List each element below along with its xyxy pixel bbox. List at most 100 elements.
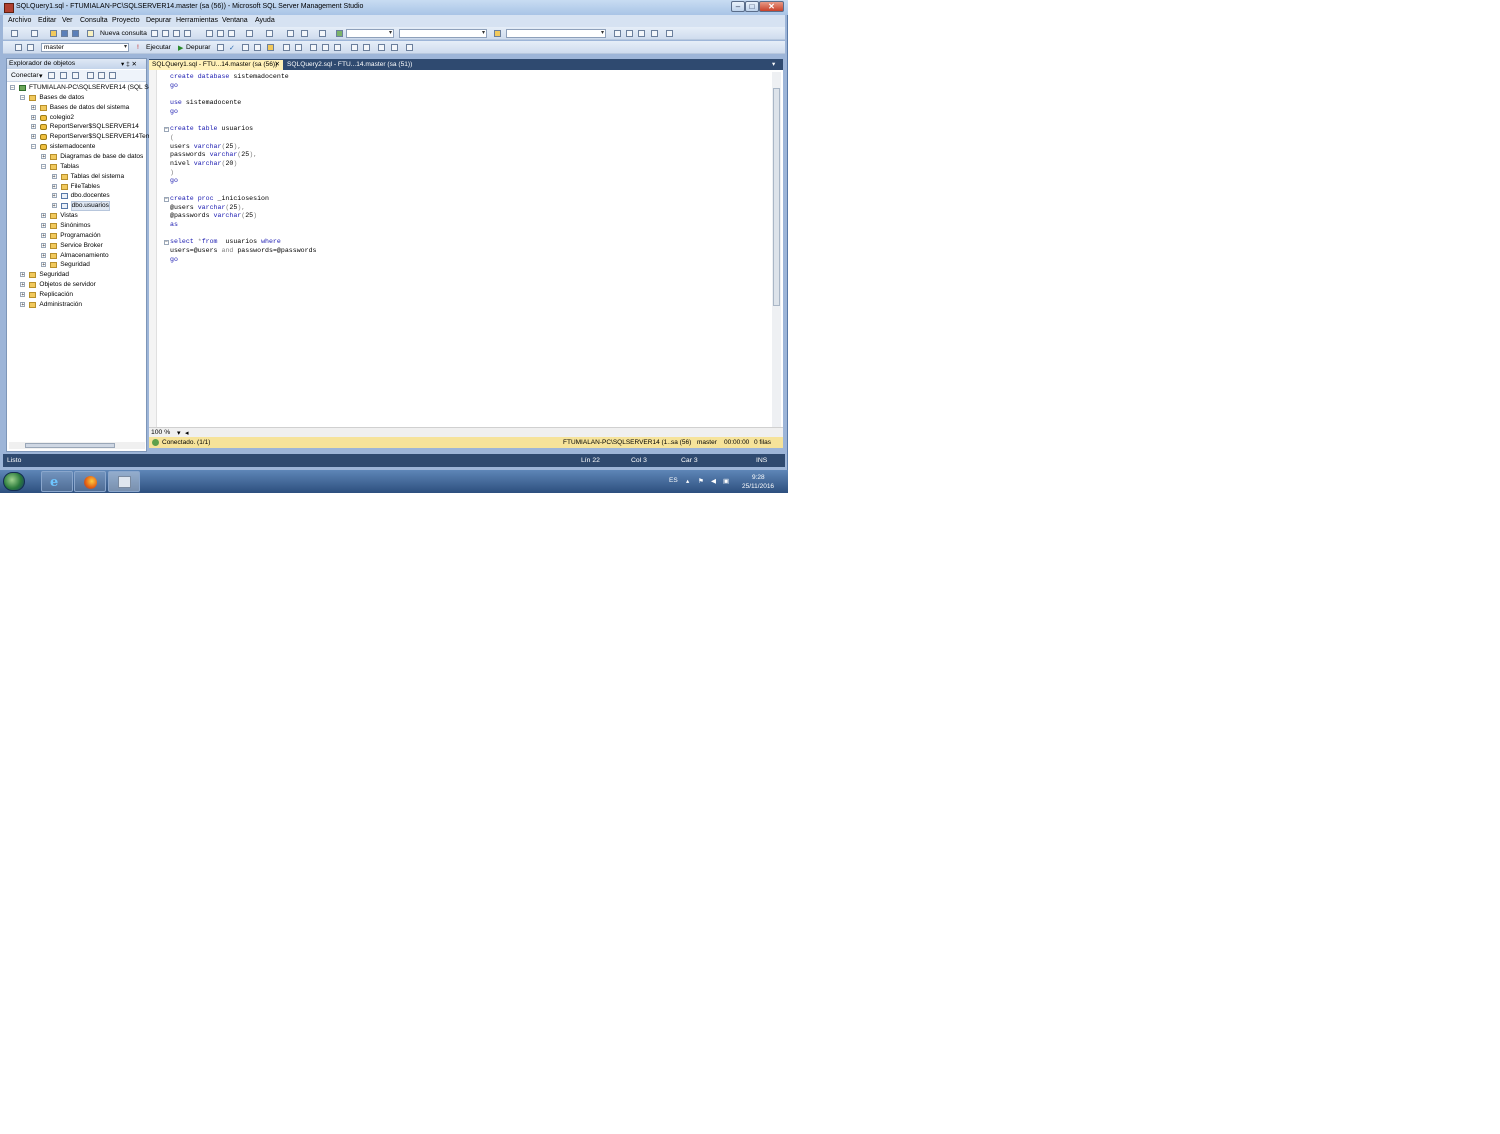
debug-button[interactable]: Depurar [186, 44, 211, 51]
code-line[interactable]: create proc _iniciosesion [170, 195, 269, 204]
editor-vscrollbar[interactable] [772, 72, 781, 427]
code-line[interactable]: as [170, 221, 178, 230]
show-hidden-icons-icon[interactable]: ▴ [686, 477, 689, 485]
db-engine-query-icon[interactable] [151, 30, 158, 37]
mdx-query-icon[interactable] [173, 30, 180, 37]
menu-editar[interactable]: Editar [38, 17, 56, 24]
firefox-taskbar-button[interactable] [74, 471, 106, 492]
close-tab-icon[interactable]: ✕ [274, 60, 280, 70]
connect-button[interactable]: Conectar [11, 72, 39, 79]
navigate-forward-icon[interactable] [301, 30, 308, 37]
available-databases-combo[interactable]: master ▾ [41, 43, 129, 52]
code-line[interactable]: go [170, 108, 178, 117]
expand-toggle-icon[interactable]: + [41, 223, 47, 229]
code-line[interactable]: go [170, 177, 178, 186]
solution-platform-combo[interactable]: ▾ [399, 29, 487, 38]
close-button[interactable]: ✕ [759, 1, 784, 12]
analysis-query-icon[interactable] [162, 30, 169, 37]
expand-toggle-icon[interactable]: + [20, 282, 26, 288]
find-icon[interactable] [319, 30, 326, 37]
internet-explorer-taskbar-button[interactable]: e [41, 471, 73, 492]
tab-sqlquery2[interactable]: SQLQuery2.sql - FTU...14.master (sa (51)… [284, 60, 412, 70]
action-center-flag-icon[interactable]: ⚑ [698, 477, 704, 485]
new-query-button[interactable]: Nueva consulta [100, 30, 147, 37]
redo-icon[interactable] [266, 30, 273, 37]
scroll-thumb[interactable] [25, 443, 115, 448]
copy-icon[interactable] [217, 30, 224, 37]
menu-ventana[interactable]: Ventana [222, 17, 248, 24]
menu-ayuda[interactable]: Ayuda [255, 17, 275, 24]
collapse-region-icon[interactable]: − [164, 127, 169, 133]
tab-list-dropdown-icon[interactable]: ▾ [769, 60, 778, 70]
client-stats-icon[interactable] [295, 44, 302, 51]
expand-toggle-icon[interactable]: + [41, 232, 47, 238]
new-project-icon[interactable] [11, 30, 18, 37]
scroll-thumb[interactable] [773, 88, 780, 306]
code-line[interactable]: users varchar(25), [170, 143, 241, 152]
volume-icon[interactable]: ◀ [711, 477, 716, 485]
maximize-button[interactable]: □ [745, 1, 759, 12]
expand-toggle-icon[interactable]: + [41, 262, 47, 268]
undo-icon[interactable] [246, 30, 253, 37]
expand-toggle-icon[interactable]: + [20, 272, 26, 278]
menu-herramientas[interactable]: Herramientas [176, 17, 218, 24]
scroll-left-icon[interactable]: ◂ [185, 429, 188, 437]
expand-toggle-icon[interactable]: + [51, 173, 57, 179]
network-icon[interactable]: ▣ [723, 477, 729, 485]
open-file-icon[interactable] [50, 30, 57, 37]
menu-consulta[interactable]: Consulta [80, 17, 108, 24]
code-line[interactable]: users=@users and passwords=@passwords [170, 247, 317, 256]
expand-toggle-icon[interactable]: + [41, 242, 47, 248]
display-plan-icon[interactable] [242, 44, 249, 51]
code-line[interactable]: nivel varchar(20) [170, 160, 237, 169]
start-button[interactable] [3, 472, 25, 491]
expand-toggle-icon[interactable]: + [30, 134, 36, 140]
tab-sqlquery1[interactable]: SQLQuery1.sql - FTU...14.master (sa (56)… [149, 60, 283, 70]
object-explorer-icon[interactable] [626, 30, 633, 37]
code-line[interactable]: create table usuarios [170, 125, 253, 134]
refresh-icon[interactable] [98, 72, 105, 79]
solution-config-combo[interactable]: ▾ [346, 29, 394, 38]
find-combo[interactable]: ▾ [506, 29, 606, 38]
stop-icon[interactable] [72, 72, 79, 79]
menu-archivo[interactable]: Archivo [8, 17, 31, 24]
toolbar-options-icon[interactable] [666, 30, 673, 37]
expand-toggle-icon[interactable]: + [30, 104, 36, 110]
save-all-icon[interactable] [72, 30, 79, 37]
intellisense-icon[interactable] [267, 44, 274, 51]
clock-time[interactable]: 9:28 [752, 474, 765, 481]
properties-icon[interactable] [651, 30, 658, 37]
expand-toggle-icon[interactable]: − [41, 163, 47, 169]
code-line[interactable]: create database sistemadocente [170, 73, 289, 82]
xmla-query-icon[interactable] [184, 30, 191, 37]
menu-depurar[interactable]: Depurar [146, 17, 171, 24]
save-icon[interactable] [61, 30, 68, 37]
expand-toggle-icon[interactable]: − [10, 85, 15, 91]
comment-icon[interactable] [351, 44, 358, 51]
registered-servers-icon[interactable] [614, 30, 621, 37]
expand-toggle-icon[interactable]: + [51, 183, 57, 189]
new-query-icon[interactable] [87, 30, 94, 37]
connect-icon[interactable] [15, 44, 22, 51]
decrease-indent-icon[interactable] [378, 44, 385, 51]
disconnect-icon[interactable] [60, 72, 67, 79]
expand-toggle-icon[interactable]: + [51, 193, 57, 199]
code-line[interactable]: go [170, 82, 178, 91]
expand-toggle-icon[interactable]: + [41, 252, 47, 258]
parse-icon[interactable]: ✓ [229, 44, 235, 52]
minimize-button[interactable]: – [731, 1, 745, 12]
specify-values-icon[interactable] [406, 44, 413, 51]
find-in-files-icon[interactable] [494, 30, 501, 37]
expand-toggle-icon[interactable]: + [30, 124, 36, 130]
ssms-taskbar-button[interactable] [108, 471, 140, 492]
results-file-icon[interactable] [334, 44, 341, 51]
cut-icon[interactable] [206, 30, 213, 37]
code-line[interactable]: ) [170, 169, 174, 178]
menu-ver[interactable]: Ver [62, 17, 73, 24]
expand-toggle-icon[interactable]: + [41, 213, 47, 219]
expand-toggle-icon[interactable]: + [20, 301, 26, 307]
code-line[interactable]: use sistemadocente [170, 99, 241, 108]
expand-toggle-icon[interactable]: + [20, 292, 26, 298]
sql-editor[interactable]: create database sistemadocente go use sist… [149, 70, 783, 427]
code-line[interactable]: @users varchar(25), [170, 204, 245, 213]
